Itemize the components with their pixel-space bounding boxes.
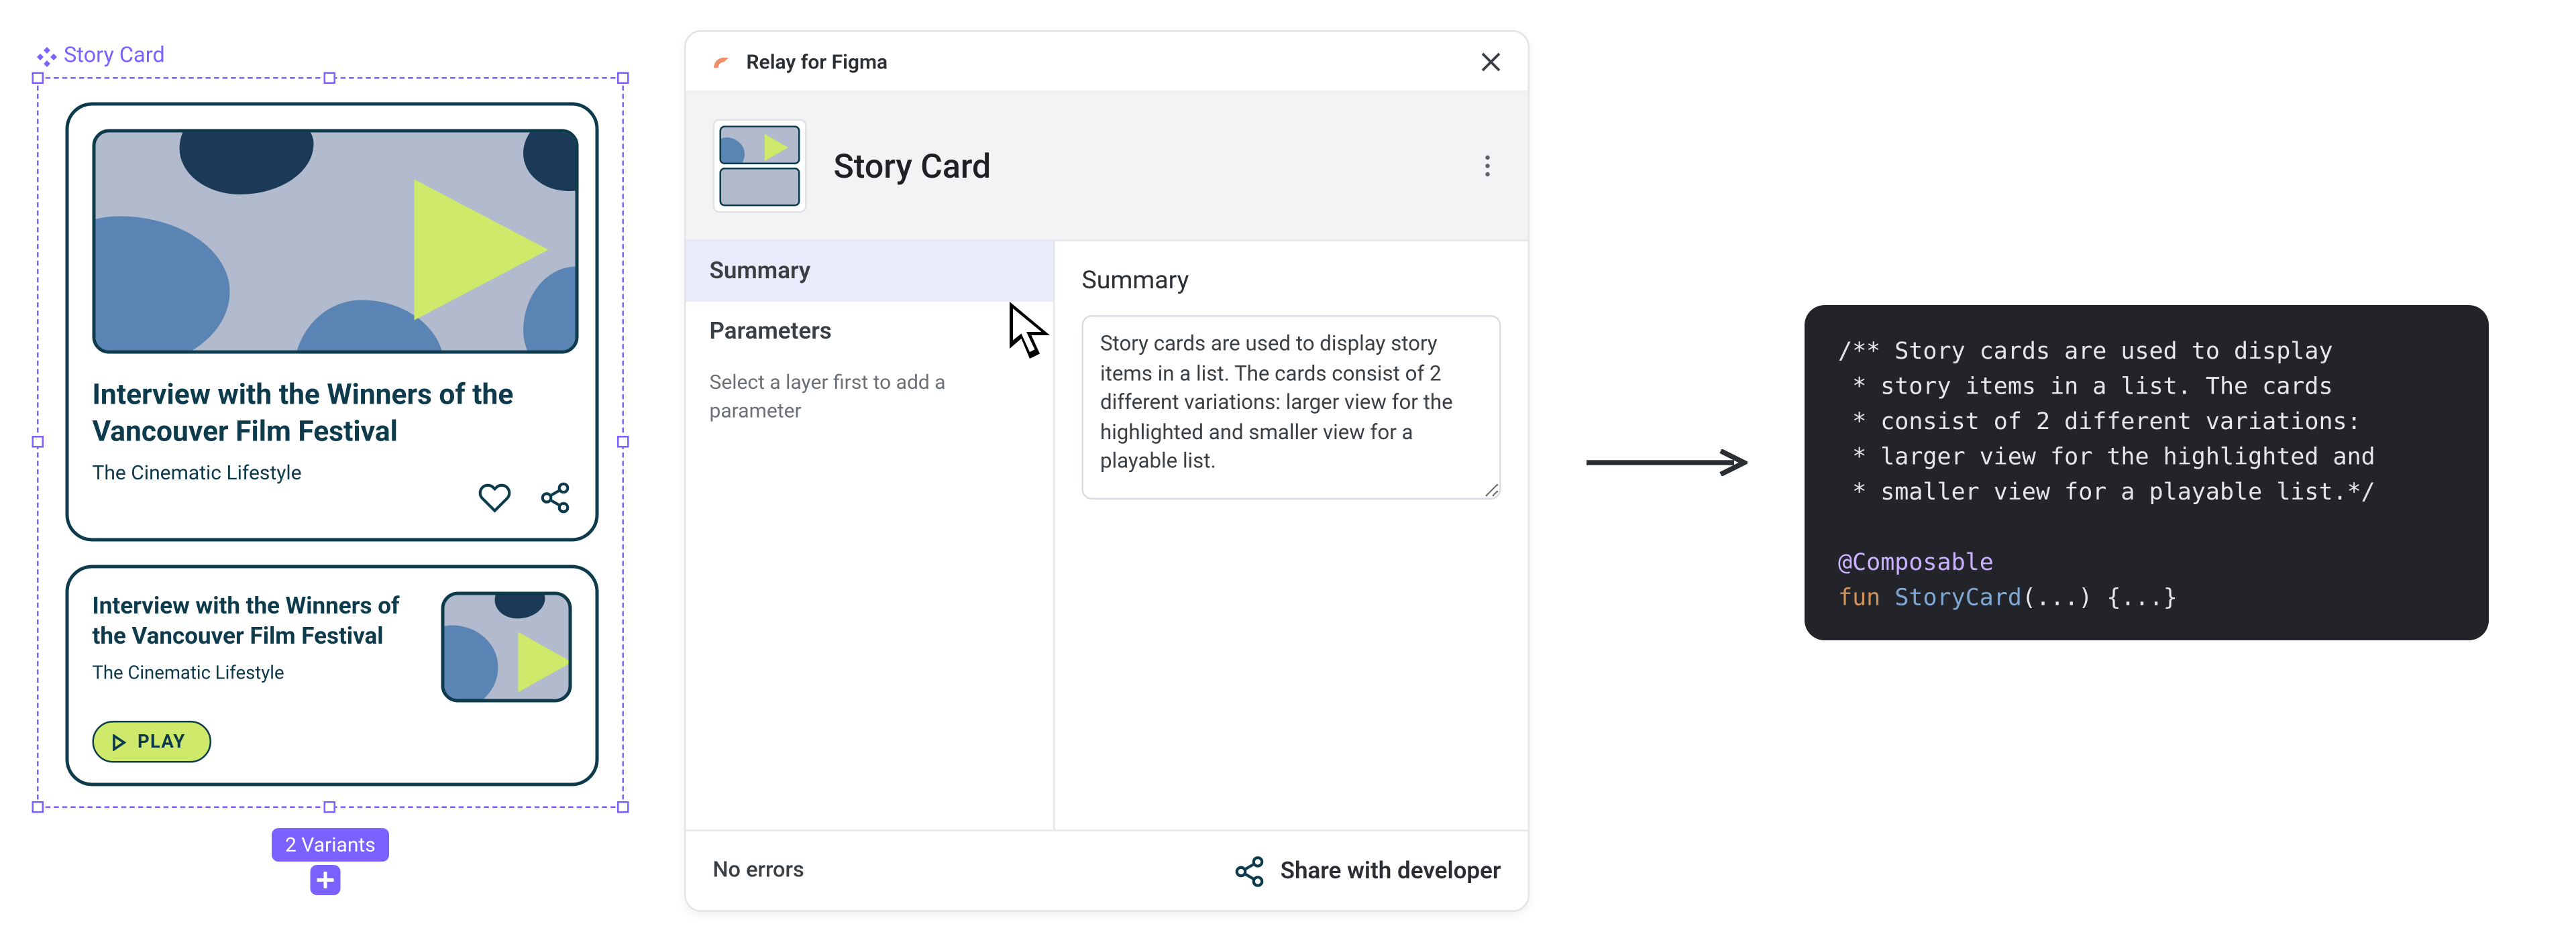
story-card-large[interactable]: Interview with the Winners of the Vancou… (66, 103, 599, 542)
share-icon[interactable] (539, 481, 572, 515)
plus-icon (315, 870, 335, 890)
resize-handle[interactable] (32, 72, 44, 84)
play-icon (111, 734, 127, 750)
play-button[interactable]: PLAY (93, 721, 211, 763)
story-card-title: Interview with the Winners of the Vancou… (93, 377, 572, 451)
relay-footer: No errors Share with developer (686, 830, 1528, 911)
arrow-right-icon (1587, 449, 1748, 476)
resize-handle[interactable] (617, 801, 629, 813)
summary-textarea[interactable] (1082, 315, 1501, 500)
code-comment: * consist of 2 different variations: (1838, 409, 2361, 436)
play-icon (519, 632, 572, 693)
figma-component-label[interactable]: Story Card (37, 44, 165, 69)
plugin-titlebar: Relay for Figma (686, 32, 1528, 93)
component-name: Story Card (834, 146, 1448, 186)
relay-logo-icon (710, 50, 733, 73)
resize-handle[interactable] (324, 72, 336, 84)
resize-handle[interactable] (617, 436, 629, 448)
relay-content-pane: Summary (1055, 241, 1528, 830)
tab-parameters[interactable]: Parameters (686, 302, 1054, 362)
close-icon[interactable] (1478, 48, 1505, 74)
more-menu-icon[interactable] (1474, 153, 1501, 180)
generated-code-block: /** Story cards are used to display * st… (1805, 305, 2489, 640)
code-comment: * story items in a list. The cards (1838, 374, 2333, 401)
relay-plugin-panel: Relay for Figma Story Card Summary Param… (684, 30, 1529, 912)
parameters-help-text: Select a layer first to add a parameter (686, 362, 1054, 442)
play-icon (415, 180, 549, 320)
resize-handle[interactable] (32, 436, 44, 448)
code-function: StoryCard (1894, 585, 2022, 612)
footer-errors-label: No errors (713, 858, 1214, 884)
story-card-thumbnail (441, 592, 572, 703)
story-card-title: Interview with the Winners of the Vancou… (93, 592, 421, 653)
resize-handle[interactable] (617, 72, 629, 84)
relay-sidebar: Summary Parameters Select a layer first … (686, 241, 1055, 830)
heart-icon[interactable] (478, 481, 512, 515)
play-button-label: PLAY (138, 731, 186, 753)
tab-summary[interactable]: Summary (686, 241, 1054, 302)
resize-handle[interactable] (324, 801, 336, 813)
share-label: Share with developer (1281, 858, 1501, 884)
code-comment: * larger view for the highlighted and (1838, 445, 2375, 471)
component-icon (37, 46, 57, 66)
story-card-small[interactable]: Interview with the Winners of the Vancou… (66, 565, 599, 786)
code-comment: /** Story cards are used to display (1838, 339, 2333, 365)
resize-handle[interactable] (32, 801, 44, 813)
story-card-subtitle: The Cinematic Lifestyle (93, 662, 421, 685)
code-annotation: @Composable (1838, 550, 1994, 577)
code-keyword: fun (1838, 585, 1880, 612)
figma-selection-frame[interactable]: Interview with the Winners of the Vancou… (37, 77, 624, 808)
share-with-developer-button[interactable]: Share with developer (1234, 854, 1501, 888)
relay-header: Story Card (686, 93, 1528, 242)
story-card-hero-image (93, 129, 579, 354)
figma-component-label-text: Story Card (64, 44, 165, 69)
code-comment: * smaller view for a playable list.*/ (1838, 479, 2375, 506)
plugin-title: Relay for Figma (747, 50, 1478, 73)
component-preview-thumbnail (713, 119, 807, 213)
code-rest: (...) {...} (2022, 585, 2178, 612)
content-heading: Summary (1082, 265, 1501, 295)
add-variant-button[interactable] (311, 865, 341, 895)
share-icon (1234, 854, 1267, 888)
variants-badge[interactable]: 2 Variants (272, 828, 389, 862)
